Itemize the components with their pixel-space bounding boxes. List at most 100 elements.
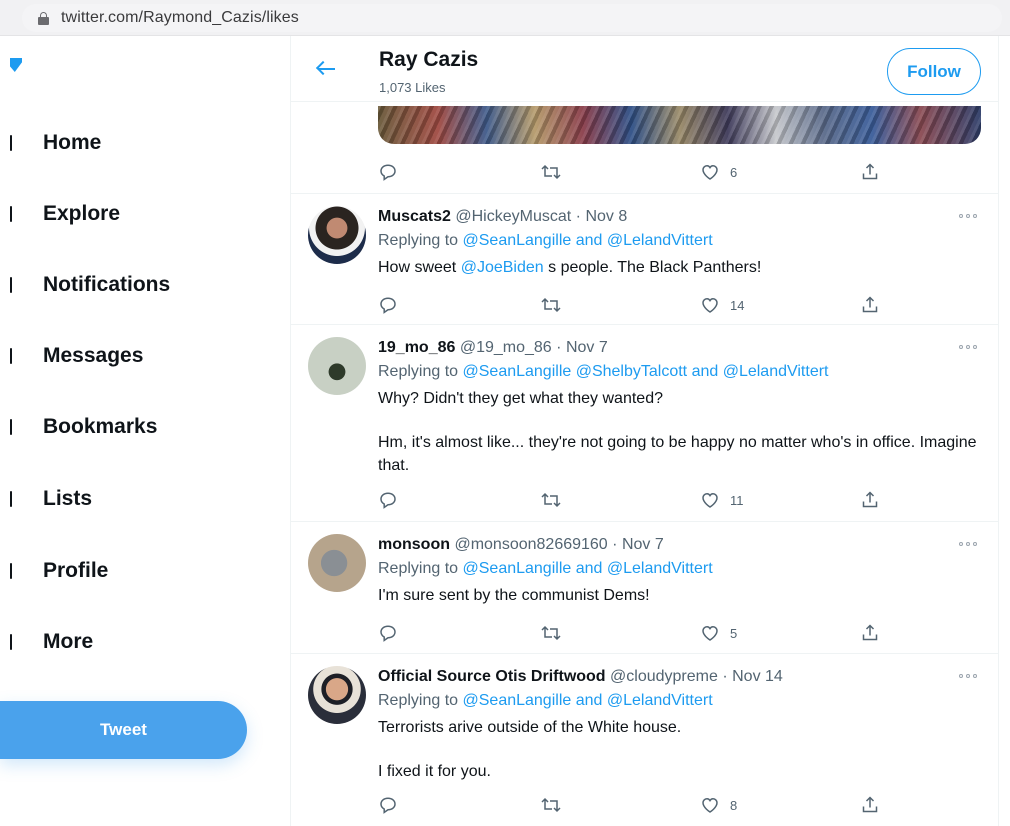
notifications-icon bbox=[4, 274, 16, 296]
like-button[interactable]: 14 bbox=[700, 294, 744, 316]
author-handle[interactable]: @cloudypreme bbox=[610, 668, 718, 685]
share-icon[interactable] bbox=[860, 294, 880, 316]
replying-mentions[interactable]: @SeanLangille and @LelandVittert bbox=[463, 232, 713, 249]
sidebar-item-profile[interactable]: Profile bbox=[0, 551, 260, 591]
separator: · bbox=[722, 668, 728, 685]
url-field[interactable]: twitter.com/Raymond_Cazis/likes bbox=[22, 4, 1002, 32]
tweet[interactable]: Muscats2 @HickeyMuscat · Nov 8 Replying … bbox=[291, 193, 998, 324]
sidebar-item-label: Messages bbox=[43, 344, 144, 367]
retweet-icon[interactable] bbox=[540, 489, 562, 511]
reply-icon[interactable] bbox=[378, 294, 398, 316]
like-button[interactable]: 6 bbox=[700, 161, 737, 183]
url-text: twitter.com/Raymond_Cazis/likes bbox=[61, 9, 299, 26]
tweet-actions: 6 bbox=[378, 161, 968, 185]
tweet-media-image[interactable] bbox=[378, 106, 981, 144]
profile-icon bbox=[4, 560, 16, 582]
more-icon[interactable] bbox=[959, 674, 977, 680]
more-icon[interactable] bbox=[959, 542, 977, 548]
avatar[interactable] bbox=[308, 534, 366, 592]
timeline: Ray Cazis 1,073 Likes Follow 6 Muscats2 … bbox=[291, 36, 998, 826]
like-count: 11 bbox=[730, 492, 744, 508]
share-icon[interactable] bbox=[860, 489, 880, 511]
author-handle[interactable]: @19_mo_86 bbox=[460, 339, 552, 356]
sidebar-item-bookmarks[interactable]: Bookmarks bbox=[0, 407, 260, 447]
author-name[interactable]: 19_mo_86 bbox=[378, 339, 455, 356]
replying-prefix: Replying to bbox=[378, 692, 459, 709]
author-handle[interactable]: @monsoon82669160 bbox=[454, 536, 607, 553]
lock-icon bbox=[38, 11, 49, 25]
retweet-icon[interactable] bbox=[540, 622, 562, 644]
replying-mentions[interactable]: @SeanLangille and @LelandVittert bbox=[463, 560, 713, 577]
avatar[interactable] bbox=[308, 337, 366, 395]
reply-icon[interactable] bbox=[378, 161, 398, 183]
messages-icon bbox=[4, 345, 16, 367]
author-handle[interactable]: @HickeyMuscat bbox=[455, 208, 571, 225]
profile-name: Ray Cazis bbox=[379, 48, 479, 71]
likes-count: 1,073 Likes bbox=[379, 80, 446, 95]
sidebar-item-label: Explore bbox=[43, 202, 121, 225]
avatar[interactable] bbox=[308, 206, 366, 264]
reply-icon[interactable] bbox=[378, 794, 398, 816]
follow-button[interactable]: Follow bbox=[887, 48, 981, 95]
author-name[interactable]: Muscats2 bbox=[378, 208, 451, 225]
retweet-icon[interactable] bbox=[540, 294, 562, 316]
replying-mentions[interactable]: @SeanLangille @ShelbyTalcott and @Leland… bbox=[463, 363, 829, 380]
like-button[interactable]: 11 bbox=[700, 489, 744, 511]
column-divider bbox=[998, 36, 999, 826]
replying-to: Replying to @SeanLangille and @LelandVit… bbox=[378, 692, 713, 710]
back-arrow-icon[interactable] bbox=[315, 60, 337, 78]
home-icon bbox=[4, 132, 16, 154]
share-icon[interactable] bbox=[860, 794, 880, 816]
tweet[interactable]: monsoon @monsoon82669160 · Nov 7 Replyin… bbox=[291, 521, 998, 653]
replying-to: Replying to @SeanLangille and @LelandVit… bbox=[378, 232, 713, 250]
separator: · bbox=[556, 339, 562, 356]
reply-icon[interactable] bbox=[378, 489, 398, 511]
like-icon bbox=[702, 493, 718, 508]
tweet[interactable]: Official Source Otis Driftwood @cloudypr… bbox=[291, 653, 998, 826]
tweet-header: Official Source Otis Driftwood @cloudypr… bbox=[378, 668, 783, 686]
replying-mentions[interactable]: @SeanLangille and @LelandVittert bbox=[463, 692, 713, 709]
tweet-date[interactable]: Nov 14 bbox=[732, 668, 783, 685]
tweet-text: Terrorists arive outside of the White ho… bbox=[378, 719, 682, 736]
tweet-button-label: Tweet bbox=[100, 720, 147, 739]
sidebar-item-messages[interactable]: Messages bbox=[0, 336, 260, 376]
sidebar-item-label: Profile bbox=[43, 559, 109, 582]
tweet-date[interactable]: Nov 7 bbox=[566, 339, 608, 356]
more-icon[interactable] bbox=[959, 345, 977, 351]
more-icon[interactable] bbox=[959, 214, 977, 220]
tweet-text: I'm sure sent by the communist Dems! bbox=[378, 587, 650, 604]
sidebar-item-lists[interactable]: Lists bbox=[0, 479, 260, 519]
replying-to: Replying to @SeanLangille and @LelandVit… bbox=[378, 560, 713, 578]
like-button[interactable]: 8 bbox=[700, 794, 737, 816]
tweet-date[interactable]: Nov 8 bbox=[585, 208, 627, 225]
reply-icon[interactable] bbox=[378, 622, 398, 644]
separator: · bbox=[612, 536, 618, 553]
tweet-button[interactable]: Tweet bbox=[0, 701, 247, 759]
replying-prefix: Replying to bbox=[378, 232, 459, 249]
like-icon bbox=[702, 626, 718, 641]
share-icon[interactable] bbox=[860, 161, 880, 183]
twitter-bird-icon[interactable] bbox=[10, 58, 22, 72]
sidebar-item-more[interactable]: More bbox=[0, 622, 260, 662]
tweet-header: monsoon @monsoon82669160 · Nov 7 bbox=[378, 536, 664, 554]
author-name[interactable]: Official Source Otis Driftwood bbox=[378, 668, 606, 685]
separator: · bbox=[575, 208, 581, 225]
mention-link[interactable]: @JoeBiden bbox=[461, 259, 544, 276]
tweet-date[interactable]: Nov 7 bbox=[622, 536, 664, 553]
like-button[interactable]: 5 bbox=[700, 622, 737, 644]
like-icon bbox=[702, 298, 718, 313]
retweet-icon[interactable] bbox=[540, 794, 562, 816]
tweet[interactable]: 19_mo_86 @19_mo_86 · Nov 7 Replying to @… bbox=[291, 324, 998, 521]
sidebar-item-notifications[interactable]: Notifications bbox=[0, 265, 260, 305]
sidebar-item-explore[interactable]: Explore bbox=[0, 194, 260, 234]
tweet-text-part: s people. The Black Panthers! bbox=[548, 259, 762, 276]
author-name[interactable]: monsoon bbox=[378, 536, 450, 553]
like-count: 8 bbox=[730, 797, 738, 813]
avatar[interactable] bbox=[308, 666, 366, 724]
share-icon[interactable] bbox=[860, 622, 880, 644]
tweet-header: 19_mo_86 @19_mo_86 · Nov 7 bbox=[378, 339, 608, 357]
more-circle-icon bbox=[4, 631, 16, 653]
tweet-text: How sweet @JoeBiden s people. The Black … bbox=[378, 256, 978, 279]
retweet-icon[interactable] bbox=[540, 161, 562, 183]
sidebar-item-home[interactable]: Home bbox=[0, 123, 260, 163]
